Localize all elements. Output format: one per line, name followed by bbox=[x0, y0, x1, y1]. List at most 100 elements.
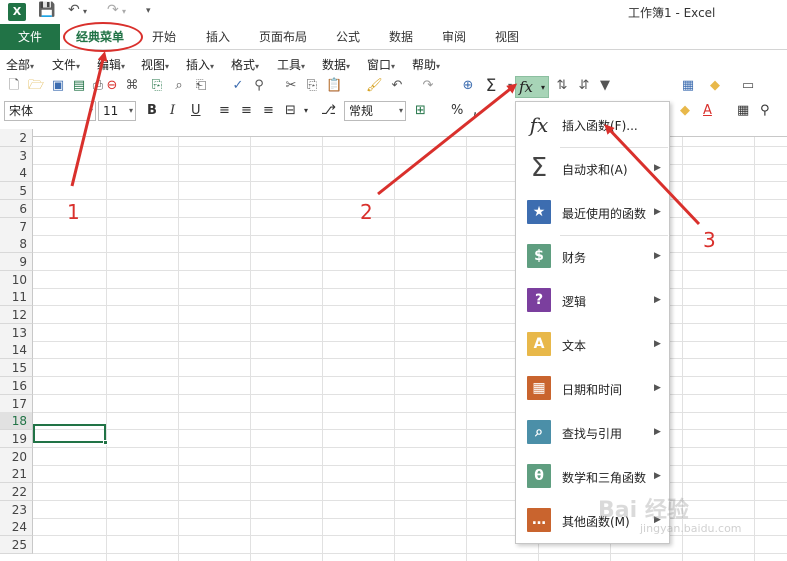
hyperlink-icon[interactable]: ⊕ bbox=[460, 78, 476, 94]
redo-dropdown-icon[interactable]: ▾ bbox=[122, 7, 126, 16]
row-header[interactable]: 19 bbox=[0, 430, 33, 448]
sort-ascending-icon[interactable]: ⇅ bbox=[554, 78, 570, 94]
preview-icon[interactable]: ⌕ bbox=[171, 78, 187, 94]
excel-export-icon[interactable]: ▤ bbox=[71, 78, 87, 94]
menu-logical[interactable]: ? 逻辑 ▶ bbox=[516, 280, 669, 324]
menu-edit[interactable]: 编辑▾ bbox=[97, 56, 125, 73]
open-folder-icon[interactable]: 🗁 bbox=[28, 78, 44, 94]
research-icon[interactable]: ⚲ bbox=[251, 78, 267, 94]
table-icon[interactable]: ▦ bbox=[680, 78, 696, 94]
row-header[interactable]: 12 bbox=[0, 306, 33, 324]
row-header[interactable]: 14 bbox=[0, 341, 33, 359]
tab-view[interactable]: 视图 bbox=[495, 24, 519, 50]
row-header[interactable]: 25 bbox=[0, 536, 33, 554]
insert-function-button[interactable]: fx ▾ bbox=[515, 76, 549, 98]
print-preview-icon[interactable]: ⎘ bbox=[149, 78, 165, 94]
row-header[interactable]: 23 bbox=[0, 501, 33, 519]
permission-icon[interactable]: ⊖ bbox=[104, 78, 120, 94]
font-color-icon[interactable]: A bbox=[703, 102, 712, 120]
row-header[interactable]: 15 bbox=[0, 359, 33, 377]
new-file-icon[interactable]: 🗋 bbox=[6, 78, 22, 94]
find-icon[interactable]: ⚲ bbox=[760, 102, 770, 120]
selected-cell[interactable] bbox=[33, 424, 106, 443]
save-file-icon[interactable]: ▣ bbox=[50, 78, 66, 94]
row-header[interactable]: 8 bbox=[0, 235, 33, 253]
redo-icon[interactable]: ↷ bbox=[107, 2, 119, 18]
menu-data[interactable]: 数据▾ bbox=[322, 56, 350, 73]
row-header[interactable]: 17 bbox=[0, 395, 33, 413]
italic-button[interactable]: I bbox=[170, 102, 175, 120]
undo-icon[interactable]: ↶ bbox=[68, 2, 80, 18]
row-header[interactable]: 24 bbox=[0, 518, 33, 536]
menu-help[interactable]: 帮助▾ bbox=[412, 56, 440, 73]
menu-text[interactable]: A 文本 ▶ bbox=[516, 324, 669, 368]
menu-format[interactable]: 格式▾ bbox=[231, 56, 259, 73]
menu-tools[interactable]: 工具▾ bbox=[277, 56, 305, 73]
row-header[interactable]: 20 bbox=[0, 448, 33, 466]
row-header[interactable]: 6 bbox=[0, 200, 33, 218]
row-header[interactable]: 4 bbox=[0, 164, 33, 182]
undo-dropdown-icon[interactable]: ▾ bbox=[83, 7, 87, 16]
merge-cells-icon[interactable]: ⊟ bbox=[285, 102, 296, 120]
menu-lookup-reference[interactable]: ⌕ 查找与引用 ▶ bbox=[516, 412, 669, 456]
tab-page-layout[interactable]: 页面布局 bbox=[259, 24, 307, 50]
menu-financial[interactable]: $ 财务 ▶ bbox=[516, 236, 669, 280]
row-header[interactable]: 13 bbox=[0, 324, 33, 342]
row-header[interactable]: 11 bbox=[0, 288, 33, 306]
menu-view[interactable]: 视图▾ bbox=[141, 56, 169, 73]
menu-all[interactable]: 全部▾ bbox=[6, 56, 34, 73]
menu-recent-functions[interactable]: ★ 最近使用的函数 ▶ bbox=[516, 192, 669, 236]
tab-home[interactable]: 开始 bbox=[152, 24, 176, 50]
styles-icon[interactable]: ▦ bbox=[737, 102, 749, 120]
align-left-icon[interactable]: ≡ bbox=[219, 102, 230, 120]
percent-button[interactable]: % bbox=[451, 102, 463, 120]
undo-toolbar-icon[interactable]: ↶ bbox=[389, 78, 405, 94]
tab-insert[interactable]: 插入 bbox=[206, 24, 230, 50]
tab-data[interactable]: 数据 bbox=[389, 24, 413, 50]
menu-window[interactable]: 窗口▾ bbox=[367, 56, 395, 73]
font-size-select[interactable]: 11 ▾ bbox=[98, 101, 136, 121]
paste-icon[interactable]: 📋 bbox=[326, 78, 342, 94]
redo-toolbar-icon[interactable]: ↷ bbox=[420, 78, 436, 94]
menu-insert[interactable]: 插入▾ bbox=[186, 56, 214, 73]
row-header[interactable]: 3 bbox=[0, 147, 33, 165]
menu-date-time[interactable]: ▦ 日期和时间 ▶ bbox=[516, 368, 669, 412]
font-name-select[interactable]: 宋体 ▾ bbox=[4, 101, 96, 121]
fill-color-icon[interactable]: ◆ bbox=[680, 102, 690, 120]
page-setup-icon[interactable]: ⎗ bbox=[193, 78, 209, 94]
row-header[interactable]: 16 bbox=[0, 377, 33, 395]
format-painter-icon[interactable]: 🖌 bbox=[366, 78, 383, 94]
bold-button[interactable]: B bbox=[147, 102, 157, 120]
row-header[interactable]: 22 bbox=[0, 483, 33, 501]
tab-review[interactable]: 审阅 bbox=[442, 24, 466, 50]
shapes-icon[interactable]: ▭ bbox=[740, 78, 756, 94]
sort-descending-icon[interactable]: ⇵ bbox=[576, 78, 592, 94]
currency-icon[interactable]: ⊞ bbox=[415, 102, 426, 120]
autosum-icon[interactable]: Σ bbox=[483, 78, 499, 95]
menu-insert-function[interactable]: fx 插入函数(F)... bbox=[516, 103, 669, 147]
attach-icon[interactable]: ⌘ bbox=[124, 78, 140, 94]
fill-handle[interactable] bbox=[103, 440, 108, 445]
comma-style-icon[interactable]: , bbox=[473, 102, 477, 120]
row-header[interactable]: 7 bbox=[0, 218, 33, 236]
save-icon[interactable]: 💾 bbox=[38, 2, 55, 18]
align-center-icon[interactable]: ≡ bbox=[241, 102, 252, 120]
copy-icon[interactable]: ⎘ bbox=[304, 78, 320, 94]
filter-icon[interactable]: ▼ bbox=[597, 78, 613, 94]
row-header[interactable]: 18 bbox=[0, 412, 33, 430]
menu-autosum[interactable]: Σ 自动求和(A) ▶ bbox=[516, 148, 669, 192]
number-format-select[interactable]: 常规 ▾ bbox=[344, 101, 406, 121]
cut-icon[interactable]: ✂ bbox=[283, 78, 299, 94]
warning-icon[interactable]: ◆ bbox=[707, 78, 723, 94]
merge-dropdown-icon[interactable]: ▾ bbox=[304, 102, 308, 120]
spelling-icon[interactable]: ✓ bbox=[230, 78, 246, 94]
row-header[interactable]: 2 bbox=[0, 129, 33, 147]
underline-button[interactable]: U bbox=[191, 102, 201, 120]
tab-file[interactable]: 文件 bbox=[0, 24, 60, 50]
wrap-text-icon[interactable]: ⎇ bbox=[321, 102, 336, 120]
menu-file[interactable]: 文件▾ bbox=[52, 56, 80, 73]
customize-icon[interactable]: ▾ bbox=[146, 6, 151, 16]
row-header[interactable]: 9 bbox=[0, 253, 33, 271]
row-header[interactable]: 10 bbox=[0, 271, 33, 289]
row-header[interactable]: 21 bbox=[0, 465, 33, 483]
